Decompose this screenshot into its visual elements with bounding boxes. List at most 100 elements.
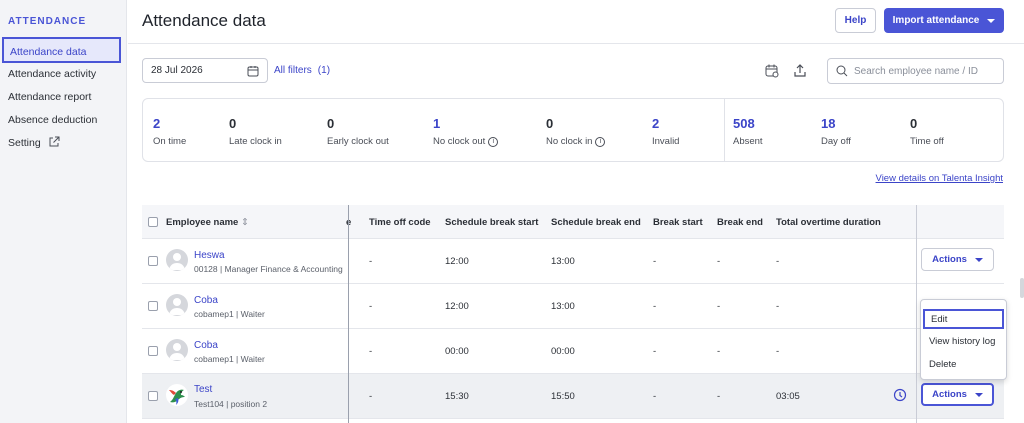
overtime-clock-icon[interactable] [893,388,907,402]
stat-label: Invalid [652,136,680,147]
menu-item-delete[interactable]: Delete [921,354,1006,374]
sidebar-item-setting[interactable]: Setting [8,136,60,149]
schedule-break-end-cell: 13:00 [551,301,575,312]
stat-value: 1 [433,116,441,131]
stat-on-time[interactable]: 2 On time [153,116,186,147]
stat-early-clock-out[interactable]: 0 Early clock out [327,116,389,147]
stat-value: 0 [910,116,918,131]
sidebar-item-absence-deduction[interactable]: Absence deduction [8,114,97,126]
user-placeholder-icon [169,253,185,270]
scrollbar-thumb[interactable] [1020,278,1024,298]
menu-item-edit[interactable]: Edit [923,309,1004,329]
overtime-cell: - [776,346,780,357]
filters-count: (1) [317,65,331,76]
avatar [166,249,188,271]
stat-label: Early clock out [327,136,389,147]
sticky-column-divider [348,205,349,423]
table-row[interactable]: Test Test104 | position 2 - 15:30 15:50 … [142,374,1004,419]
stat-no-clock-out[interactable]: 1 No clock out i [433,116,499,147]
stat-invalid[interactable]: 2 Invalid [652,116,679,147]
column-break-end: Break end [717,217,763,228]
all-filters-link[interactable]: All filters (1) [274,65,330,76]
talenta-insight-link[interactable]: View details on Talenta Insight [876,173,1003,184]
attendance-table: Employee name ⇕ e Time off code Schedule… [142,205,1004,423]
schedule-break-start-cell: 00:00 [445,346,469,357]
export-icon[interactable] [792,63,808,79]
sidebar-item-attendance-report[interactable]: Attendance report [8,91,91,103]
avatar [166,339,188,361]
import-attendance-button[interactable]: Import attendance [884,8,1004,33]
stat-day-off[interactable]: 18 Day off [821,116,851,147]
date-value: 28 Jul 2026 [151,65,203,76]
stat-time-off[interactable]: 0 Time off [910,116,944,147]
employee-name-link[interactable]: Coba [194,295,218,306]
stats-divider [724,99,725,161]
avatar [166,384,188,406]
info-icon[interactable]: i [595,136,606,147]
sort-icon[interactable]: ⇕ [241,217,249,228]
break-end-cell: - [717,346,721,357]
menu-item-view-history-log[interactable]: View history log [921,331,1006,351]
sidebar-item-label: Setting [8,137,41,149]
help-button[interactable]: Help [835,8,876,33]
table-row[interactable]: Heswa 00128 | Manager Finance & Accounti… [142,239,1004,284]
stat-no-clock-in[interactable]: 0 No clock in i [546,116,606,147]
stat-value: 0 [229,116,237,131]
chevron-down-icon [987,18,996,23]
import-attendance-label: Import attendance [892,15,980,26]
overtime-cell: - [776,301,780,312]
schedule-break-end-cell: 13:00 [551,256,575,267]
stat-label: Absent [733,136,763,147]
break-start-cell: - [653,301,657,312]
stat-label: No clock in i [546,136,606,147]
info-icon[interactable]: i [488,136,499,147]
stat-label: Day off [821,136,851,147]
search-input-wrapper[interactable] [827,58,1004,84]
select-all-checkbox[interactable] [148,217,158,227]
schedule-break-end-cell: 00:00 [551,346,575,357]
actions-button[interactable]: Actions [921,248,994,271]
row-checkbox[interactable] [148,301,158,311]
chevron-down-icon [974,392,983,397]
employee-name-link[interactable]: Coba [194,340,218,351]
calendar-settings-icon[interactable] [764,63,780,79]
employee-id-position: 00128 | Manager Finance & Accounting [194,264,343,274]
schedule-break-start-cell: 12:00 [445,256,469,267]
actions-button[interactable]: Actions [921,383,994,406]
date-picker[interactable]: 28 Jul 2026 [142,58,268,83]
row-checkbox[interactable] [148,256,158,266]
time-off-code-cell: - [369,391,373,402]
chevron-down-icon [974,257,983,262]
header-divider [128,43,1024,44]
break-start-cell: - [653,256,657,267]
employee-id-position: cobamep1 | Waiter [194,354,265,364]
all-filters-label: All filters [274,65,312,76]
row-checkbox[interactable] [148,346,158,356]
table-row[interactable]: Coba cobamep1 | Waiter - 00:00 00:00 - -… [142,329,1004,374]
sticky-actions-divider [916,205,917,423]
break-end-cell: - [717,391,721,402]
row-checkbox[interactable] [148,391,158,401]
table-row[interactable]: Coba cobamep1 | Waiter - 12:00 13:00 - -… [142,284,1004,329]
column-schedule-break-end: Schedule break end [551,217,641,228]
table-header: Employee name ⇕ e Time off code Schedule… [142,205,1004,239]
user-placeholder-icon [169,343,185,360]
stat-value: 508 [733,116,755,131]
break-end-cell: - [717,301,721,312]
sidebar-item-attendance-data[interactable]: Attendance data [2,37,121,63]
column-employee-name[interactable]: Employee name ⇕ [166,217,249,228]
break-end-cell: - [717,256,721,267]
employee-name-link[interactable]: Test [194,384,212,395]
stat-value: 18 [821,116,836,131]
schedule-break-start-cell: 12:00 [445,301,469,312]
avatar [166,294,188,316]
sidebar-item-attendance-activity[interactable]: Attendance activity [8,68,96,80]
actions-dropdown-menu: Edit View history log Delete [920,299,1007,380]
stat-late-clock-in[interactable]: 0 Late clock in [229,116,282,147]
employee-id-position: Test104 | position 2 [194,399,268,409]
overtime-cell: - [776,256,780,267]
search-input[interactable] [854,65,994,77]
stat-label: Late clock in [229,136,282,147]
stat-absent[interactable]: 508 Absent [733,116,763,147]
employee-name-link[interactable]: Heswa [194,250,225,261]
